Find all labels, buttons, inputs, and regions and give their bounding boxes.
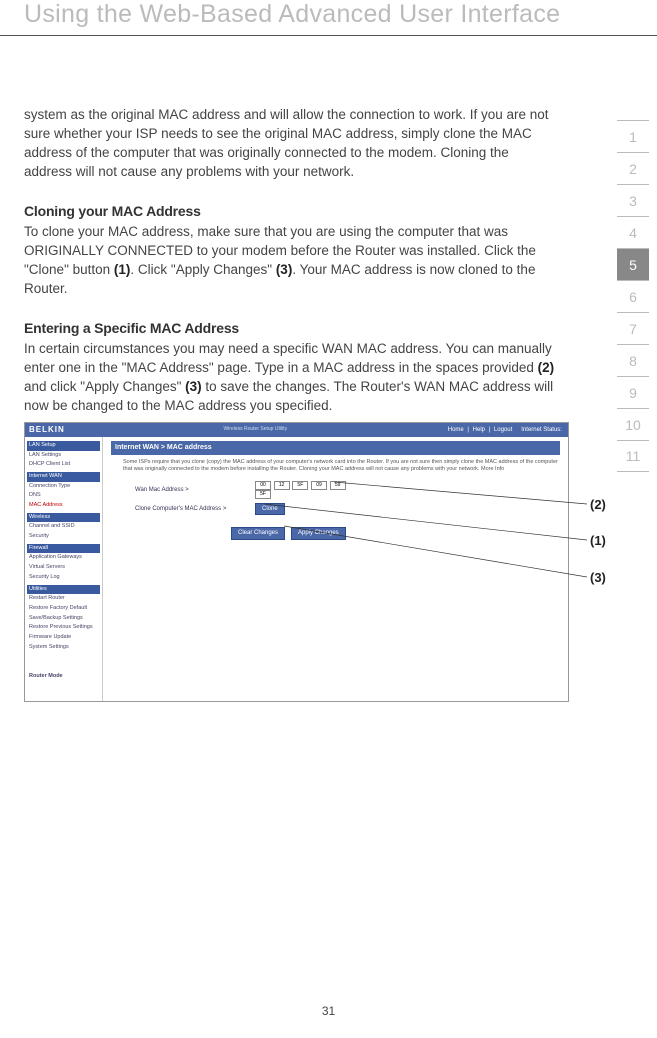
ss-breadcrumb: Internet WAN > MAC address — [111, 441, 560, 455]
ss-item[interactable]: Virtual Servers — [27, 563, 100, 573]
tab-3[interactable]: 3 — [617, 184, 649, 216]
ss-item[interactable]: DNS — [27, 491, 100, 501]
cloning-paragraph: To clone your MAC address, make sure tha… — [24, 223, 557, 299]
ss-link-help[interactable]: Help — [473, 427, 485, 433]
entering-heading: Entering a Specific MAC Address — [24, 319, 557, 339]
tab-7[interactable]: 7 — [617, 312, 649, 344]
ss-item[interactable]: Save/Backup Settings — [27, 614, 100, 624]
ss-item[interactable]: Application Gateways — [27, 553, 100, 563]
tab-5[interactable]: 5 — [617, 248, 649, 280]
ss-group-firewall[interactable]: Firewall — [27, 544, 100, 554]
tab-8[interactable]: 8 — [617, 344, 649, 376]
tab-9[interactable]: 9 — [617, 376, 649, 408]
screenshot-container: BELKIN Wireless Router Setup Utility Hom… — [24, 422, 557, 702]
ss-group-lansetup[interactable]: LAN Setup — [27, 441, 100, 451]
ss-internet-status: Internet Status: — [521, 427, 562, 433]
ss-brand: BELKIN — [29, 424, 65, 435]
ss-item[interactable]: Firmware Update — [27, 633, 100, 643]
tab-10[interactable]: 10 — [617, 408, 649, 440]
ss-clone-label: Clone Computer's MAC Address > — [135, 505, 255, 513]
ss-item[interactable]: Security Log — [27, 573, 100, 583]
ss-apply-button[interactable]: Apply Changes — [291, 527, 346, 539]
entering-paragraph: In certain circumstances you may need a … — [24, 340, 557, 416]
tab-1[interactable]: 1 — [617, 120, 649, 152]
ss-clone-button[interactable]: Clone — [255, 503, 285, 515]
ss-subtitle: Wireless Router Setup Utility — [223, 426, 287, 433]
intro-paragraph: system as the original MAC address and w… — [24, 106, 557, 182]
ss-mac-input[interactable] — [255, 490, 271, 499]
ss-main: Internet WAN > MAC address Some ISPs req… — [103, 437, 568, 701]
ss-group-internetwan[interactable]: Internet WAN — [27, 472, 100, 482]
ss-toplinks: Home | Help | Logout Internet Status: — [446, 426, 564, 434]
page-number: 31 — [0, 1004, 657, 1018]
body-content: system as the original MAC address and w… — [0, 36, 657, 702]
ss-row-clone: Clone Computer's MAC Address > Clone — [111, 501, 560, 517]
ss-item[interactable]: Security — [27, 532, 100, 542]
page-title: Using the Web-Based Advanced User Interf… — [24, 0, 633, 29]
ss-desc: Some ISPs require that you clone (copy) … — [111, 455, 560, 479]
ss-mac-input[interactable] — [292, 481, 308, 490]
ss-router-mode: Router Mode — [27, 672, 100, 682]
ss-link-logout[interactable]: Logout — [494, 427, 512, 433]
tab-4[interactable]: 4 — [617, 216, 649, 248]
ss-item[interactable]: LAN Settings — [27, 451, 100, 461]
ss-item[interactable]: Restart Router — [27, 594, 100, 604]
page-header: Using the Web-Based Advanced User Interf… — [0, 0, 657, 36]
ss-wanmac-label: Wan Mac Address > — [135, 486, 255, 494]
ss-item-macaddress[interactable]: MAC Address — [27, 501, 100, 511]
ss-group-utilities[interactable]: Utilities — [27, 585, 100, 595]
ss-sidebar: LAN Setup LAN Settings DHCP Client List … — [25, 437, 103, 701]
callout-3: (3) — [590, 569, 606, 587]
ss-item[interactable]: Channel and SSID — [27, 522, 100, 532]
ss-mac-input[interactable] — [274, 481, 290, 490]
ss-clear-button[interactable]: Clear Changes — [231, 527, 285, 539]
tab-2[interactable]: 2 — [617, 152, 649, 184]
callout-1: (1) — [590, 532, 606, 550]
ss-row-wanmac: Wan Mac Address > — [111, 479, 560, 501]
ss-mac-input[interactable] — [330, 481, 346, 490]
ss-item[interactable]: DHCP Client List — [27, 460, 100, 470]
ss-topbar: BELKIN Wireless Router Setup Utility Hom… — [25, 423, 568, 437]
ss-mac-input[interactable] — [311, 481, 327, 490]
section-tabs: 1 2 3 4 5 6 7 8 9 10 11 — [617, 120, 649, 472]
ss-action-buttons: Clear Changes Apply Changes — [111, 517, 560, 539]
tab-11[interactable]: 11 — [617, 440, 649, 472]
ss-item[interactable]: System Settings — [27, 643, 100, 653]
ss-item[interactable]: Restore Previous Settings — [27, 623, 100, 633]
ss-body: LAN Setup LAN Settings DHCP Client List … — [25, 437, 568, 701]
cloning-heading: Cloning your MAC Address — [24, 202, 557, 222]
ss-link-home[interactable]: Home — [448, 427, 464, 433]
ss-mac-input[interactable] — [255, 481, 271, 490]
ss-mac-fields — [255, 481, 347, 499]
callout-2: (2) — [590, 496, 606, 514]
tab-6[interactable]: 6 — [617, 280, 649, 312]
ss-item[interactable]: Connection Type — [27, 482, 100, 492]
router-ui-screenshot: BELKIN Wireless Router Setup Utility Hom… — [24, 422, 569, 702]
ss-group-wireless[interactable]: Wireless — [27, 513, 100, 523]
ss-item[interactable]: Restore Factory Default — [27, 604, 100, 614]
